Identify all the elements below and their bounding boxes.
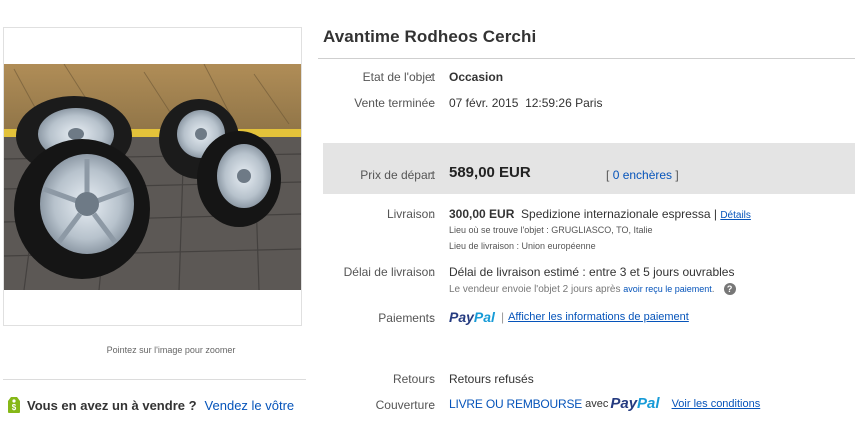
condition-colon: : xyxy=(430,70,434,84)
paypal-logo-pal: Pal xyxy=(637,395,660,412)
dispatch-note-end: . xyxy=(711,283,715,295)
title-divider xyxy=(318,58,855,59)
item-photo[interactable] xyxy=(4,64,301,290)
returns-colon: : xyxy=(430,372,434,386)
bids-bracket-open: [ xyxy=(606,168,610,182)
guarantee-link[interactable]: LIVRE OU REMBOURSE xyxy=(449,397,582,411)
sell-yours-link[interactable]: Vendez le vôtre xyxy=(205,398,295,413)
end-date-colon: : xyxy=(430,96,434,110)
guarantee-with: avec xyxy=(585,397,609,410)
price-tag-icon: $ xyxy=(8,397,20,413)
shipping-cost: 300,00 EUR xyxy=(449,207,515,221)
shipping-details-link[interactable]: Détails xyxy=(720,210,751,221)
payments-colon: : xyxy=(430,311,434,325)
bids-wrapper: [ 0 enchères ] xyxy=(606,168,679,182)
paypal-logo-pay: Pay xyxy=(449,309,474,325)
dispatch-note-text: Le vendeur envoie l'objet 2 jours après xyxy=(449,283,621,295)
payment-info-link[interactable]: Afficher les informations de paiement xyxy=(508,311,689,323)
coverage-label: Couverture xyxy=(375,398,435,412)
paypal-logo-coverage: PayPal xyxy=(610,395,659,412)
coverage-colon: : xyxy=(430,398,434,412)
item-location: Lieu où se trouve l'objet : GRUGLIASCO, … xyxy=(449,225,653,235)
shipping-label: Livraison xyxy=(386,207,435,221)
item-title: Avantime Rodheos Cerchi xyxy=(323,27,537,46)
dispatch-note: Le vendeur envoie l'objet 2 jours après … xyxy=(449,283,736,295)
tyres-photo-image xyxy=(4,64,301,290)
bids-link[interactable]: 0 enchères xyxy=(613,168,672,182)
delivery-colon: : xyxy=(430,265,434,279)
svg-text:$: $ xyxy=(12,403,17,412)
item-image-frame[interactable] xyxy=(3,27,302,326)
zoom-hint: Pointez sur l'image pour zoomer xyxy=(106,345,236,355)
shipping-method: Spedizione internazionale espressa xyxy=(521,207,711,221)
price-value: 589,00 EUR xyxy=(449,164,531,181)
delivery-area: Lieu de livraison : Union européenne xyxy=(449,241,596,251)
sell-prompt: $ Vous en avez un à vendre ? Vendez le v… xyxy=(7,396,294,414)
returns-label: Retours xyxy=(392,372,435,386)
price-label: Prix de départ xyxy=(360,168,435,182)
bids-bracket-close: ] xyxy=(675,168,679,182)
paypal-logo-pay: Pay xyxy=(610,395,638,412)
end-date-value: 07 févr. 2015 12:59:26 Paris xyxy=(449,96,602,110)
sell-question: Vous en avez un à vendre ? xyxy=(27,397,197,413)
payments-separator: | xyxy=(500,310,505,324)
paypal-logo: PayPal xyxy=(449,309,495,325)
help-icon[interactable]: ? xyxy=(723,283,736,295)
payment-received-link[interactable]: avoir reçu le paiement xyxy=(623,284,712,294)
payments-label: Paiements xyxy=(378,311,435,325)
delivery-label: Délai de livraison xyxy=(343,265,435,279)
payment-methods: PayPal | Afficher les informations de pa… xyxy=(449,309,689,325)
condition-value: Occasion xyxy=(449,70,504,84)
returns-value: Retours refusés xyxy=(449,372,534,386)
delivery-estimate: Délai de livraison estimé : entre 3 et 5… xyxy=(449,265,735,279)
end-time: 12:59:26 Paris xyxy=(525,96,603,110)
coverage-value: LIVRE OU REMBOURSE avec PayPal Voir les … xyxy=(449,395,760,412)
price-colon: : xyxy=(430,168,434,182)
shipping-separator: | xyxy=(713,207,717,221)
end-date: 07 févr. 2015 xyxy=(449,96,519,110)
conditions-link[interactable]: Voir les conditions xyxy=(672,398,761,410)
condition-label: Etat de l'objet xyxy=(362,70,435,84)
paypal-logo-pal: Pal xyxy=(473,309,495,325)
divider xyxy=(3,379,306,380)
shipping-value: 300,00 EUR Spedizione internazionale esp… xyxy=(449,207,751,221)
end-date-label: Vente terminée xyxy=(354,96,435,110)
shipping-colon: : xyxy=(430,207,434,221)
